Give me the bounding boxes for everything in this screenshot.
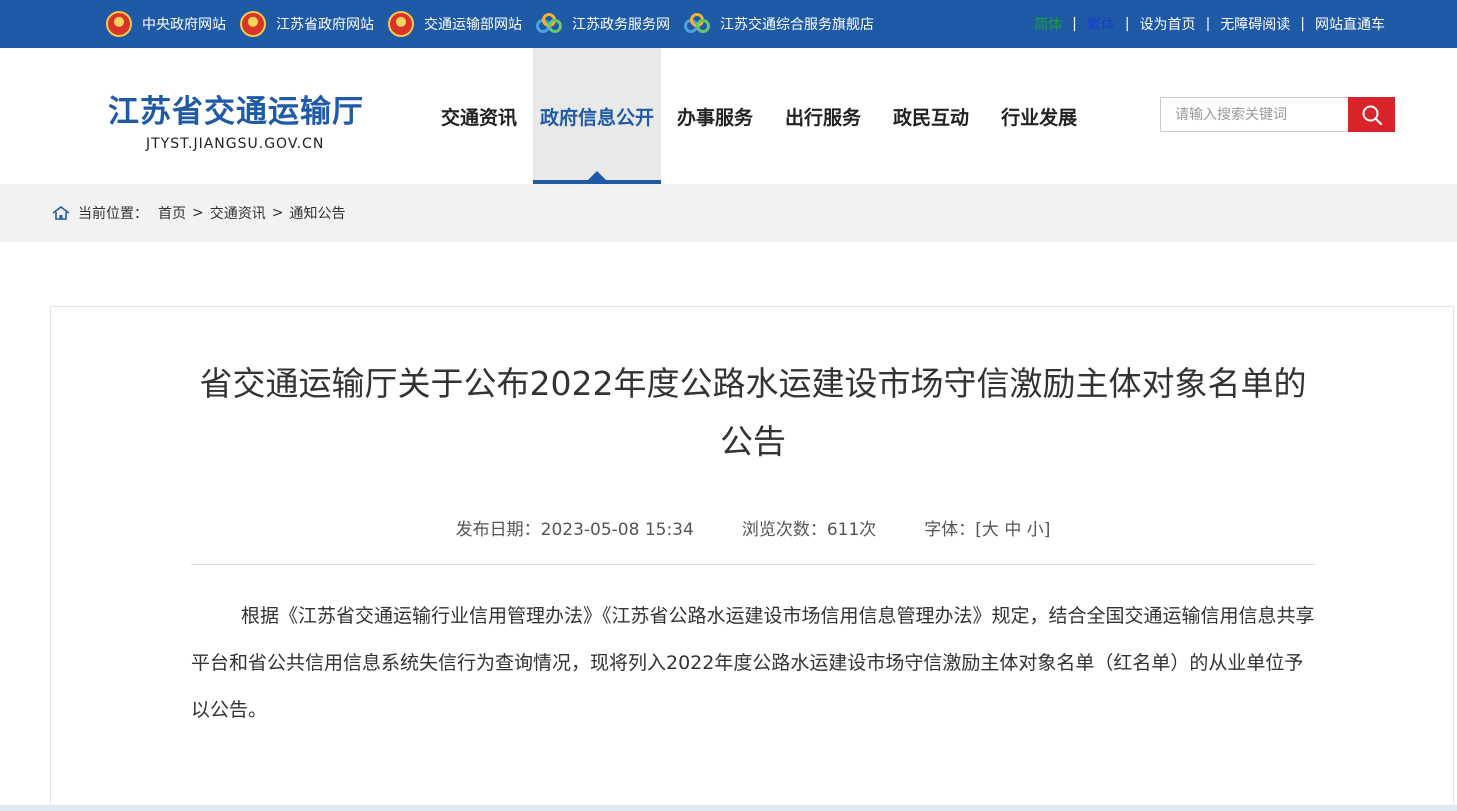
- link-label: 江苏交通综合服务旗舰店: [720, 17, 874, 33]
- traditional-chinese-link[interactable]: 繁体: [1077, 14, 1125, 34]
- title-divider: [191, 564, 1315, 565]
- accessible-reading-link[interactable]: 无障碍阅读: [1210, 14, 1300, 34]
- font-bracket-open: [: [975, 520, 982, 540]
- nav-travel-services[interactable]: 出行服务: [769, 48, 877, 184]
- main-nav: 交通资讯 政府信息公开 办事服务 出行服务 政民互动 行业发展: [425, 48, 1093, 184]
- view-count-value: 611次: [826, 520, 877, 540]
- breadcrumb-label: 当前位置：: [78, 206, 148, 222]
- link-label: 交通运输部网站: [424, 17, 522, 33]
- link-transport-flagship[interactable]: 江苏交通综合服务旗舰店: [684, 13, 874, 35]
- national-emblem-icon: [388, 11, 414, 37]
- breadcrumb: 当前位置： 首页 > 交通资讯 > 通知公告: [52, 184, 345, 242]
- breadcrumb-separator: >: [271, 205, 284, 221]
- nav-industry-development[interactable]: 行业发展: [985, 48, 1093, 184]
- link-central-gov[interactable]: 中央政府网站: [106, 11, 226, 37]
- article-body: 根据《江苏省交通运输行业信用管理办法》《江苏省公路水运建设市场信用信息管理办法》…: [191, 605, 1315, 721]
- publish-date-value: 2023-05-08 15:34: [540, 520, 694, 540]
- font-size-large[interactable]: 大: [982, 520, 999, 540]
- gov-service-logo-icon: [684, 13, 710, 35]
- site-logo-domain: JTYST.JIANGSU.GOV.CN: [146, 136, 325, 152]
- search-icon: [1362, 105, 1382, 125]
- gov-service-logo-icon: [536, 13, 562, 35]
- top-utility-links: 简体 | 繁体 | 设为首页 | 无障碍阅读 | 网站直通车: [1024, 0, 1395, 48]
- font-size-label: 字体：: [924, 520, 976, 540]
- national-emblem-icon: [240, 11, 266, 37]
- site-directory-link[interactable]: 网站直通车: [1305, 14, 1395, 34]
- site-header: 江苏省交通运输厅 JTYST.JIANGSU.GOV.CN 交通资讯 政府信息公…: [0, 48, 1457, 184]
- nav-transport-news[interactable]: 交通资讯: [425, 48, 533, 184]
- active-indicator-caret: [588, 171, 607, 180]
- nav-gov-info-disclosure[interactable]: 政府信息公开: [533, 48, 662, 184]
- link-label: 江苏省政府网站: [276, 17, 374, 33]
- publish-date: 发布日期：2023-05-08 15:34: [456, 515, 694, 540]
- article-title: 省交通运输厅关于公布2022年度公路水运建设市场守信激励主体对象名单的公告: [199, 364, 1307, 461]
- simplified-chinese-link[interactable]: 简体: [1024, 14, 1072, 34]
- breadcrumb-separator: >: [192, 205, 204, 221]
- breadcrumb-home[interactable]: 首页: [158, 203, 186, 223]
- view-count: 浏览次数：611次: [742, 515, 876, 540]
- view-count-label: 浏览次数：: [741, 520, 827, 540]
- publish-date-label: 发布日期：: [455, 520, 541, 540]
- article-meta: 发布日期：2023-05-08 15:34 浏览次数：611次 字体：[大 中 …: [51, 515, 1455, 540]
- link-jiangsu-gov[interactable]: 江苏省政府网站: [240, 11, 374, 37]
- link-label: 江苏政务服务网: [572, 17, 670, 33]
- search-input[interactable]: [1160, 97, 1348, 132]
- search-box: [1160, 97, 1395, 132]
- link-label: 中央政府网站: [142, 17, 226, 33]
- top-links-bar: 中央政府网站 江苏省政府网站 交通运输部网站 江苏政务服务网 江苏交通综合服务旗…: [0, 0, 1457, 48]
- article-panel: 省交通运输厅关于公布2022年度公路水运建设市场守信激励主体对象名单的公告 发布…: [50, 306, 1454, 811]
- font-bracket-close: ]: [1043, 520, 1051, 540]
- set-homepage-link[interactable]: 设为首页: [1130, 14, 1206, 34]
- site-logo-title[interactable]: 江苏省交通运输厅: [108, 86, 364, 131]
- nav-label: 政府信息公开: [540, 106, 655, 129]
- breadcrumb-bar: 当前位置： 首页 > 交通资讯 > 通知公告: [0, 184, 1457, 242]
- external-links: 中央政府网站 江苏省政府网站 交通运输部网站 江苏政务服务网 江苏交通综合服务旗…: [106, 0, 888, 48]
- breadcrumb-notices[interactable]: 通知公告: [289, 203, 345, 223]
- font-size-switcher: 字体：[大 中 小]: [924, 515, 1050, 540]
- link-jiangsu-gov-service[interactable]: 江苏政务服务网: [536, 13, 670, 35]
- home-icon: [52, 206, 70, 220]
- nav-interaction[interactable]: 政民互动: [877, 48, 985, 184]
- national-emblem-icon: [106, 11, 132, 37]
- page-bottom-strip: [0, 805, 1457, 811]
- nav-services[interactable]: 办事服务: [661, 48, 769, 184]
- breadcrumb-transport-news[interactable]: 交通资讯: [210, 203, 266, 223]
- font-size-small[interactable]: 小: [1027, 520, 1044, 540]
- link-ministry-transport[interactable]: 交通运输部网站: [388, 11, 522, 37]
- font-size-medium[interactable]: 中: [1004, 520, 1021, 540]
- search-button[interactable]: [1348, 97, 1395, 132]
